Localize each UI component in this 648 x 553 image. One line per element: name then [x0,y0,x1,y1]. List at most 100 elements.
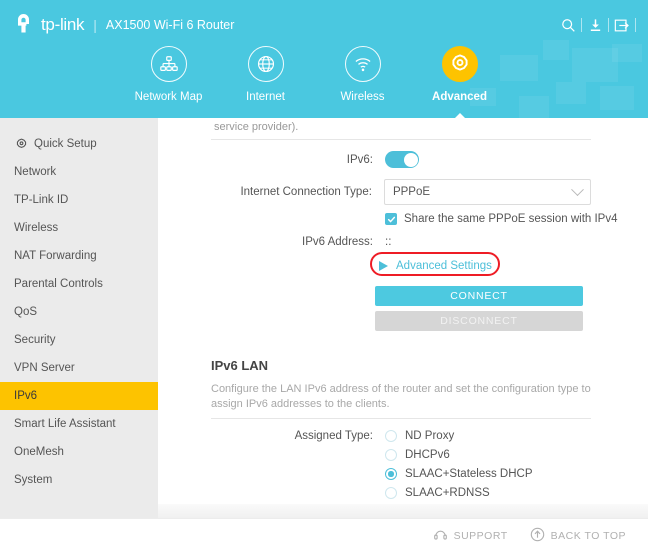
sidebar-item-label: IPv6 [14,390,38,402]
share-pppoe-session-label: Share the same PPPoE session with IPv4 [404,213,618,225]
connect-button-label: CONNECT [450,290,508,302]
sidebar-item-vpn-server[interactable]: VPN Server [0,354,158,382]
sidebar-item-label: Wireless [14,222,59,234]
radio-slaac-rdnss[interactable] [385,487,397,499]
sidebar-item-security[interactable]: Security [0,326,158,354]
download-icon[interactable] [582,14,608,36]
arrow-up-icon [530,527,545,545]
sidebar-item-label: NAT Forwarding [14,250,97,262]
header-decoration [519,96,549,118]
ipv6-address-value: :: [385,236,392,248]
sidebar-item-nat-forwarding[interactable]: NAT Forwarding [0,242,158,270]
sidebar-item-label: QoS [14,306,38,318]
chevron-down-icon [571,182,584,196]
page-footer: SUPPORT BACK TO TOP [0,518,648,553]
disconnect-button-label: DISCONNECT [440,315,518,327]
sidebar-item-label: Network [14,166,57,178]
truncated-description-text: service provider). [214,121,299,133]
wifi-icon [344,46,381,82]
back-to-top-link[interactable]: BACK TO TOP [530,527,626,545]
sidebar-item-label: System [14,474,53,486]
headset-icon [433,527,448,545]
header-decoration [600,86,634,110]
toggle-knob [403,152,418,167]
tab-internet[interactable]: Internet [217,46,314,103]
ipv6-toggle-label: IPv6: [346,153,373,166]
router-model-name: AX1500 Wi-Fi 6 Router [105,18,235,32]
sidebar-item-tp-link-id[interactable]: TP-Link ID [0,186,158,214]
sidebar-item-label: Parental Controls [14,278,103,290]
support-link[interactable]: SUPPORT [433,527,508,545]
sidebar-item-label: TP-Link ID [14,194,69,206]
gear-icon [441,46,478,82]
advanced-settings-label: Advanced Settings [396,260,492,272]
gear-icon [14,137,28,151]
radio-slaac-stateless-dhcp[interactable] [385,468,397,480]
tab-label: Internet [246,91,285,103]
main-content-panel: service provider). IPv6: Internet Connec… [158,118,648,518]
sidebar-item-label: Quick Setup [34,138,97,150]
tab-label: Wireless [340,91,385,103]
sidebar-item-onemesh[interactable]: OneMesh [0,438,158,466]
assigned-type-option-dhcpv6: DHCPv6 [385,449,450,461]
sidebar-item-label: Security [14,334,56,346]
connection-type-select[interactable]: PPPoE [383,179,591,205]
tab-label: Advanced [432,91,487,103]
sidebar-item-qos[interactable]: QoS [0,298,158,326]
assigned-type-row: Assigned Type: ND Proxy [158,430,591,442]
connection-type-row: Internet Connection Type: PPPoE [158,179,591,205]
content-bottom-edge [158,504,648,518]
ipv6-toggle-row: IPv6: [158,151,591,168]
tab-wireless[interactable]: Wireless [314,46,411,103]
tab-advanced[interactable]: Advanced [411,46,508,118]
assigned-type-label: Assigned Type: [294,430,373,442]
brand-name: tp-link [41,15,85,34]
sidebar-item-wireless[interactable]: Wireless [0,214,158,242]
brand-logo[interactable]: tp-link | AX1500 Wi-Fi 6 Router [14,12,234,38]
brand-separator: | [93,17,97,33]
header-decoration [556,82,586,104]
section-divider [211,139,591,140]
connection-type-label: Internet Connection Type: [240,186,372,198]
share-session-row: Share the same PPPoE session with IPv4 [385,213,618,225]
main-navigation: Network Map Internet Wireless Advanced [120,46,508,118]
globe-icon [247,46,284,82]
support-label: SUPPORT [453,530,508,542]
header-icon-group [555,14,636,36]
ipv6-enable-toggle[interactable] [385,151,419,168]
radio-label: SLAAC+Stateless DHCP [405,468,533,480]
sidebar-item-network[interactable]: Network [0,158,158,186]
logout-icon[interactable] [609,14,635,36]
radio-label: ND Proxy [405,430,455,442]
radio-label: DHCPv6 [405,449,450,461]
tab-label: Network Map [134,91,203,103]
sidebar-item-quick-setup[interactable]: Quick Setup [0,130,158,158]
sidebar-item-system[interactable]: System [0,466,158,494]
header-decoration [543,40,569,60]
tp-link-logo-icon [14,13,38,37]
sidebar-item-smart-life-assistant[interactable]: Smart Life Assistant [0,410,158,438]
radio-nd-proxy[interactable] [385,430,397,442]
icon-divider [635,18,636,32]
disconnect-button: DISCONNECT [375,311,583,331]
advanced-settings-link[interactable]: Advanced Settings [379,260,492,272]
router-admin-page: tp-link | AX1500 Wi-Fi 6 Router Network … [0,0,648,553]
assigned-type-option-slaac-rdnss: SLAAC+RDNSS [385,487,490,499]
radio-dhcpv6[interactable] [385,449,397,461]
sidebar-item-parental-controls[interactable]: Parental Controls [0,270,158,298]
page-header: tp-link | AX1500 Wi-Fi 6 Router Network … [0,0,648,118]
connect-button[interactable]: CONNECT [375,286,583,306]
sidebar-item-label: OneMesh [14,446,64,458]
network-map-icon [150,46,187,82]
sidebar-navigation: Quick Setup Network TP-Link ID Wireless … [0,118,158,553]
expand-triangle-icon [379,261,388,271]
connection-type-value: PPPoE [392,186,431,198]
back-to-top-label: BACK TO TOP [550,530,626,542]
ipv6-address-row: IPv6 Address: :: [158,236,591,248]
sidebar-item-ipv6[interactable]: IPv6 [0,382,158,410]
share-pppoe-session-checkbox[interactable] [385,213,397,225]
sidebar-item-label: VPN Server [14,362,75,374]
search-icon[interactable] [555,14,581,36]
radio-label: SLAAC+RDNSS [405,487,490,499]
tab-network-map[interactable]: Network Map [120,46,217,103]
